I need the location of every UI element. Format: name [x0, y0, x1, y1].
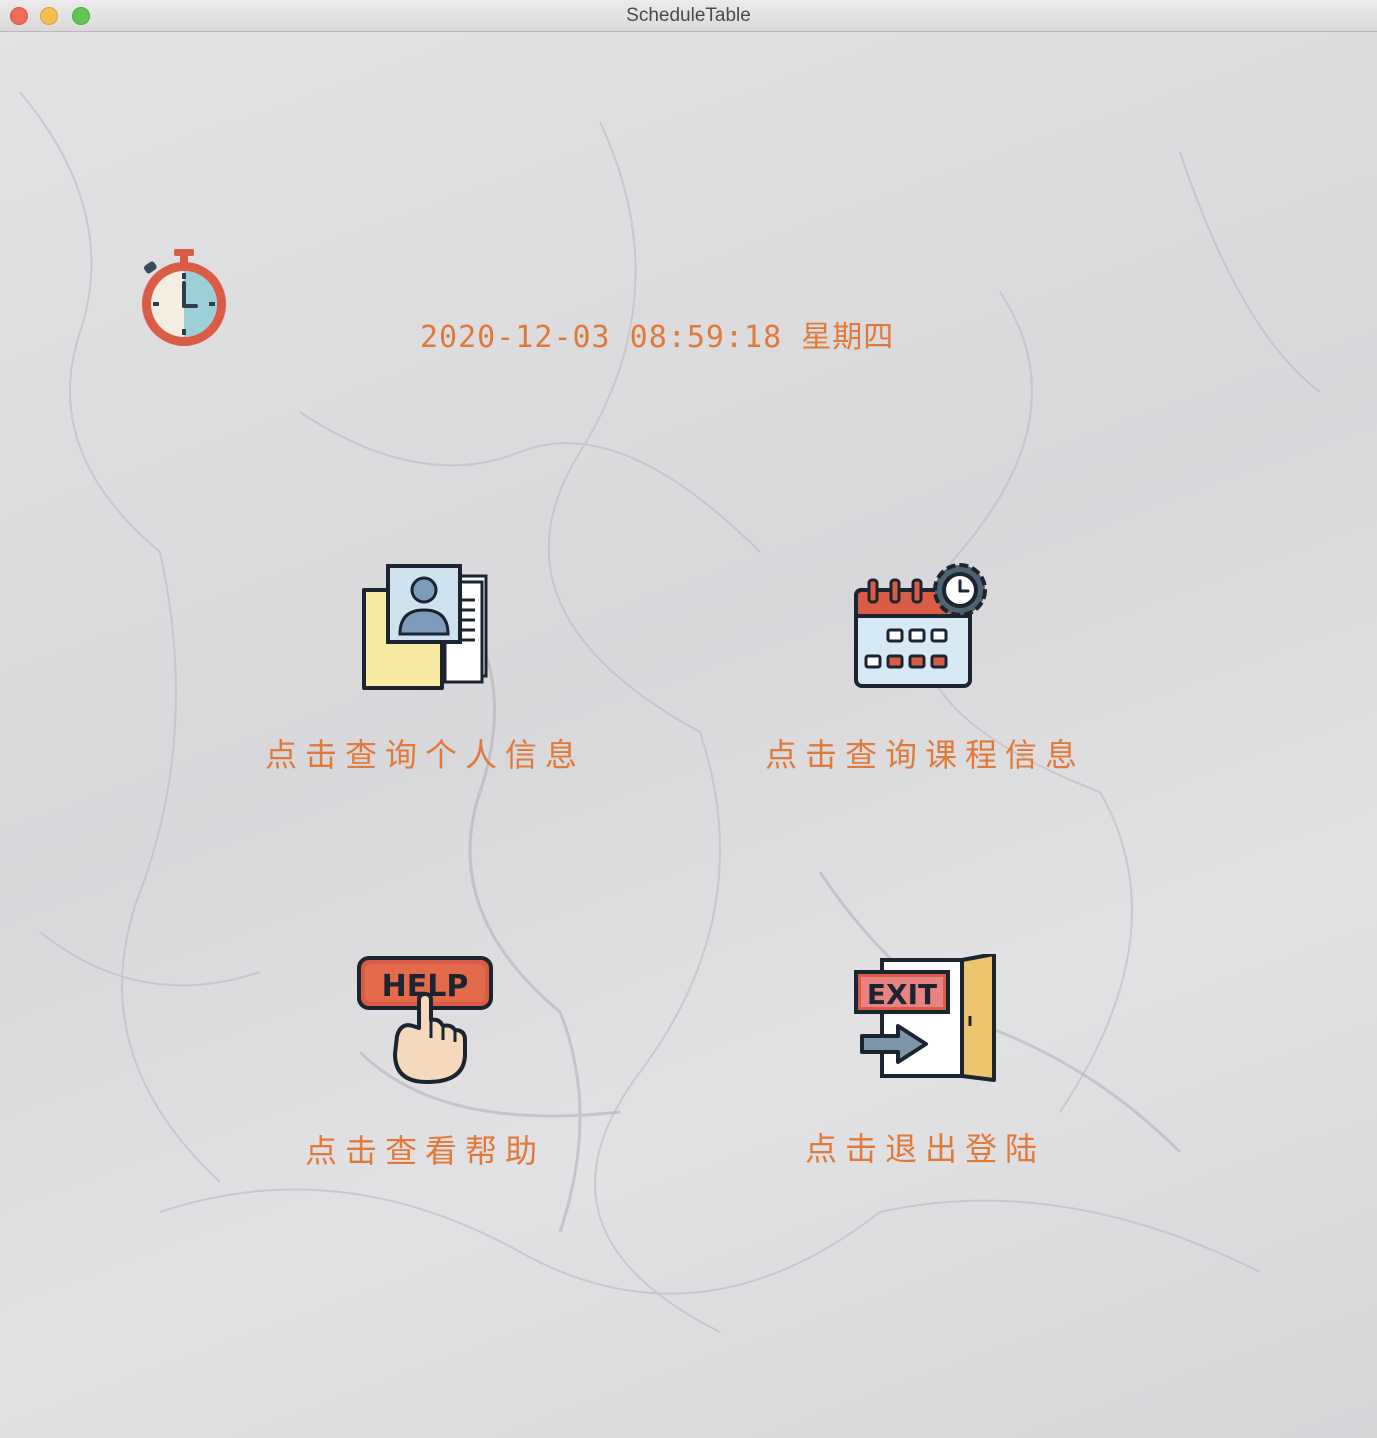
- marble-background: [19, 91, 1321, 1333]
- logout-button[interactable]: EXIT 点击退出登陆: [740, 954, 1110, 1170]
- view-help-label: 点击查看帮助: [304, 1132, 545, 1170]
- logout-label: 点击退出登陆: [804, 1130, 1045, 1168]
- datetime-display: 2020-12-03 08:59:18 星期四: [420, 320, 895, 355]
- help-button-icon: HELP: [357, 956, 493, 1084]
- exit-door-icon: EXIT: [854, 954, 996, 1082]
- stopwatch-icon: [136, 249, 232, 353]
- profile-document-icon: [362, 564, 488, 690]
- window-titlebar: ScheduleTable: [0, 0, 1377, 32]
- query-personal-info-button[interactable]: 点击查询个人信息: [240, 562, 610, 776]
- main-panel: 2020-12-03 08:59:18 星期四 点击查询个人信息 点击查询课程信…: [0, 32, 1377, 1438]
- query-course-info-label: 点击查询课程信息: [764, 736, 1085, 774]
- window-title: ScheduleTable: [626, 5, 751, 26]
- exit-icon-text: EXIT: [867, 978, 937, 1011]
- calendar-settings-icon: [854, 563, 987, 688]
- view-help-button[interactable]: HELP 点击查看帮助: [240, 954, 610, 1172]
- query-course-info-button[interactable]: 点击查询课程信息: [740, 562, 1110, 776]
- query-personal-info-label: 点击查询个人信息: [264, 736, 585, 774]
